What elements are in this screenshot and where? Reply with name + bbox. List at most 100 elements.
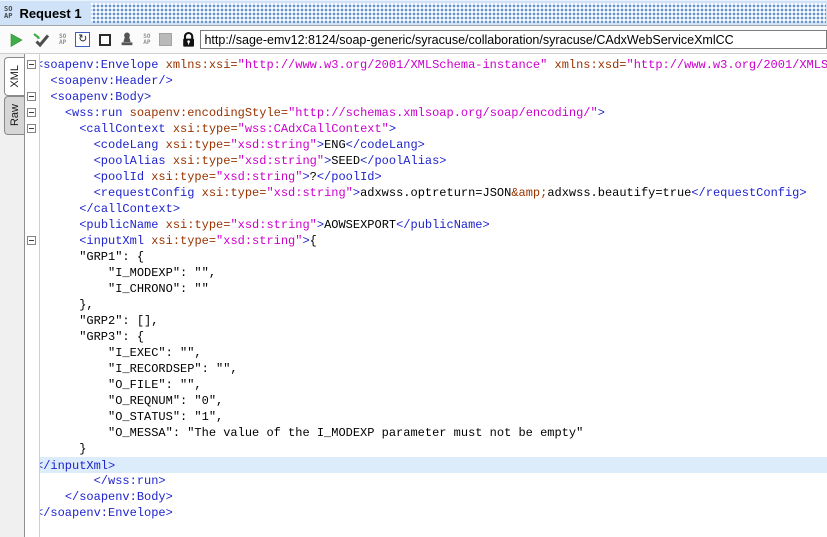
code-token: > <box>302 170 309 184</box>
code-line[interactable]: </soapenv:Body> <box>40 489 827 505</box>
code-token: "wss:CAdxCallContext" <box>238 122 389 136</box>
gray-square-icon <box>159 33 172 46</box>
fold-collapse-toggle[interactable] <box>27 108 36 117</box>
code-token: "I_MODEXP": "", <box>40 266 216 280</box>
cancel-request-button[interactable] <box>99 31 111 49</box>
code-token: ? <box>310 170 317 184</box>
code-line[interactable]: <publicName xsi:type="xsd:string">AOWSEX… <box>40 217 827 233</box>
code-line[interactable]: <codeLang xsi:type="xsd:string">ENG</cod… <box>40 137 827 153</box>
code-token: <poolAlias <box>94 154 173 168</box>
code-token: > <box>598 106 605 120</box>
code-token: xsi:type= <box>173 154 238 168</box>
code-line[interactable]: </callContext> <box>40 201 827 217</box>
code-line[interactable]: "O_STATUS": "1", <box>40 409 827 425</box>
code-token: SEED <box>331 154 360 168</box>
code-line[interactable]: "O_MESSA": "The value of the I_MODEXP pa… <box>40 425 827 441</box>
fold-collapse-toggle[interactable] <box>27 92 36 101</box>
recreate-request-button[interactable]: ↻ <box>75 31 90 49</box>
code-token: <codeLang <box>94 138 166 152</box>
code-token: xsi:type= <box>151 234 216 248</box>
fold-collapse-toggle[interactable] <box>27 60 36 69</box>
code-line[interactable]: }, <box>40 297 827 313</box>
code-token <box>547 58 554 72</box>
code-line[interactable]: <callContext xsi:type="wss:CAdxCallConte… <box>40 121 827 137</box>
submit-request-button[interactable] <box>8 31 24 49</box>
code-line[interactable]: "GRP3": { <box>40 329 827 345</box>
code-lines: <soapenv:Envelope xmlns:xsi="http://www.… <box>40 54 827 521</box>
code-token: <soapenv:Body> <box>50 90 151 104</box>
title-bar[interactable]: SOAP Request 1 <box>0 0 827 26</box>
code-token: > <box>317 218 324 232</box>
code-token: <requestConfig <box>94 186 202 200</box>
code-token <box>40 474 94 488</box>
code-line[interactable]: <poolAlias xsi:type="xsd:string">SEED</p… <box>40 153 827 169</box>
play-icon <box>8 32 24 48</box>
code-line[interactable]: "I_EXEC": "", <box>40 345 827 361</box>
code-line[interactable]: <wss:run soapenv:encodingStyle="http://s… <box>40 105 827 121</box>
code-token: </poolAlias> <box>360 154 446 168</box>
code-token: <inputXml <box>79 234 151 248</box>
code-token: > <box>353 186 360 200</box>
fold-gutter[interactable] <box>25 54 40 537</box>
xml-code-area[interactable]: <soapenv:Envelope xmlns:xsi="http://www.… <box>40 54 827 537</box>
code-token: soapenv:encodingStyle= <box>130 106 288 120</box>
code-token <box>40 234 79 248</box>
add-request-button[interactable] <box>33 31 50 49</box>
code-line[interactable]: <poolId xsi:type="xsd:string">?</poolId> <box>40 169 827 185</box>
code-token: "xsd:string" <box>238 154 324 168</box>
code-line[interactable]: </soapenv:Envelope> <box>40 505 827 521</box>
code-line[interactable]: </inputXml> <box>40 457 827 473</box>
code-token: "O_REQNUM": "0", <box>40 394 223 408</box>
code-line[interactable]: <soapenv:Header/> <box>40 73 827 89</box>
code-token: "http://schemas.xmlsoap.org/soap/encodin… <box>288 106 598 120</box>
fold-collapse-toggle[interactable] <box>27 124 36 133</box>
tab-raw[interactable]: Raw <box>4 96 24 135</box>
soap-icon: SOAP <box>4 6 12 20</box>
soap-request-button-2[interactable]: SOAP <box>143 31 150 49</box>
code-token: ENG <box>324 138 346 152</box>
recreate-icon: ↻ <box>75 32 90 47</box>
code-line[interactable]: "I_CHRONO": "" <box>40 281 827 297</box>
code-line[interactable]: <requestConfig xsi:type="xsd:string">adx… <box>40 185 827 201</box>
code-line[interactable]: <soapenv:Envelope xmlns:xsi="http://www.… <box>40 57 827 73</box>
code-line[interactable]: "GRP2": [], <box>40 313 827 329</box>
code-token: xmlns:xsi= <box>166 58 238 72</box>
code-token: <poolId <box>94 170 152 184</box>
code-token <box>40 122 79 136</box>
code-token: "xsd:string" <box>230 138 316 152</box>
code-token: > <box>302 234 309 248</box>
stamp-button[interactable] <box>120 31 134 49</box>
tab-label: Raw <box>9 104 21 126</box>
endpoint-url-input[interactable] <box>200 30 827 49</box>
code-token: </requestConfig> <box>691 186 806 200</box>
endpoint-security <box>181 31 196 49</box>
stamp-icon <box>120 32 134 47</box>
code-token: </callContext> <box>79 202 180 216</box>
code-line[interactable]: <inputXml xsi:type="xsd:string">{ <box>40 233 827 249</box>
code-token: "O_STATUS": "1", <box>40 410 223 424</box>
code-token: "O_FILE": "", <box>40 378 202 392</box>
code-token: } <box>40 442 86 456</box>
code-line[interactable]: </wss:run> <box>40 473 827 489</box>
code-token: "GRP3": { <box>40 330 144 344</box>
code-token <box>40 218 79 232</box>
code-token <box>40 90 50 104</box>
code-line[interactable]: "I_MODEXP": "", <box>40 265 827 281</box>
fold-collapse-toggle[interactable] <box>27 236 36 245</box>
code-token: "GRP1": { <box>40 250 144 264</box>
code-token: </codeLang> <box>346 138 425 152</box>
code-token: "http://www.w3.org/2001/XMLSchema" <box>627 58 827 72</box>
code-line[interactable]: } <box>40 441 827 457</box>
code-token: <wss:run <box>65 106 130 120</box>
code-line[interactable]: <soapenv:Body> <box>40 89 827 105</box>
code-token: > <box>317 138 324 152</box>
soap-request-button[interactable]: SOAP <box>59 31 66 49</box>
code-line[interactable]: "O_REQNUM": "0", <box>40 393 827 409</box>
code-line[interactable]: "O_FILE": "", <box>40 377 827 393</box>
code-token: "I_CHRONO": "" <box>40 282 209 296</box>
code-line[interactable]: "GRP1": { <box>40 249 827 265</box>
code-token: xsi:type= <box>151 170 216 184</box>
code-token <box>40 138 94 152</box>
tab-xml[interactable]: XML <box>4 57 24 96</box>
code-line[interactable]: "I_RECORDSEP": "", <box>40 361 827 377</box>
